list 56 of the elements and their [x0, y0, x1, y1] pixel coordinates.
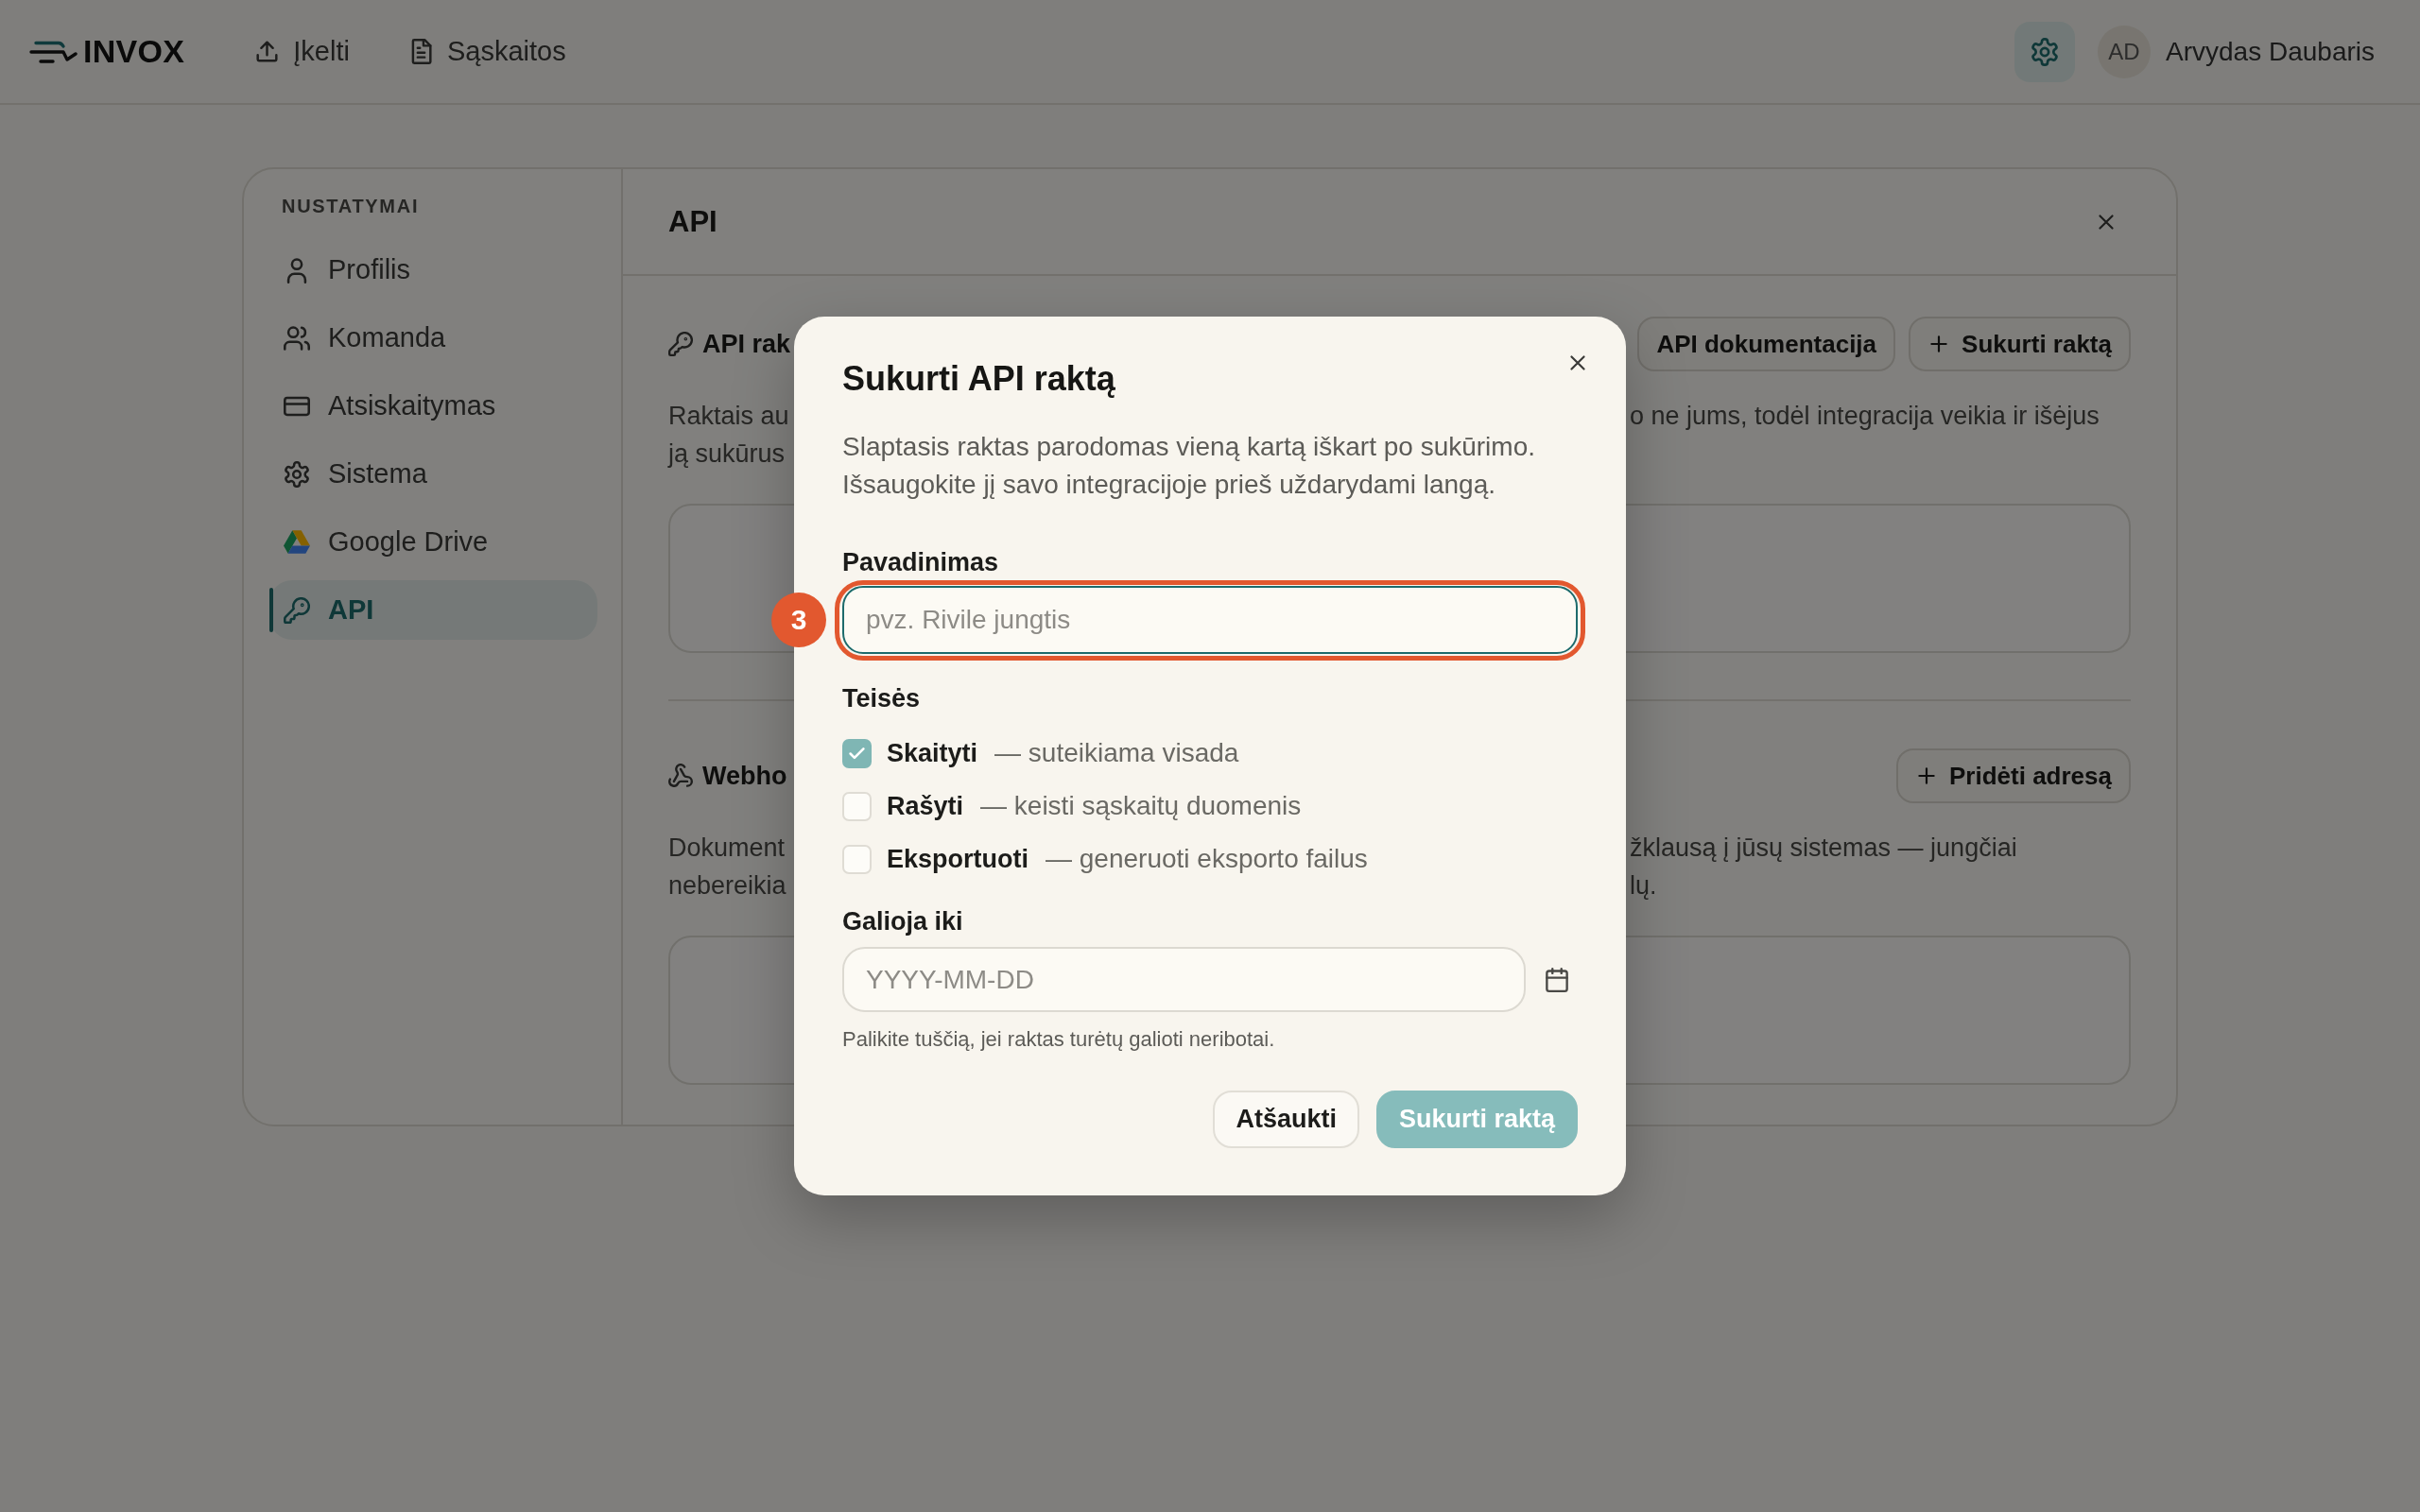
gear-icon: [284, 460, 310, 488]
field-label: Pavadinimas: [842, 547, 1000, 578]
description-text: ją sukūrus: [668, 438, 786, 470]
action-button[interactable]: API dokumentacija: [1637, 317, 1896, 371]
sidebar-item[interactable]: Komanda: [269, 308, 597, 368]
cancel-button[interactable]: Atšaukti: [1213, 1091, 1359, 1148]
key-icon: [284, 596, 310, 624]
step-badge: 3: [771, 593, 826, 647]
option-label: Eksportuoti: [887, 844, 1028, 874]
plus-icon: [1915, 765, 1938, 787]
sidebar-item[interactable]: Sistema: [269, 444, 597, 504]
nav-link[interactable]: Įkelti: [254, 36, 350, 67]
field-hint: Palikite tuščią, jei raktas turėtų galioti neribotai.: [842, 1026, 1276, 1053]
sidebar-item[interactable]: Google Drive: [269, 512, 597, 572]
logo-icon: [29, 39, 78, 64]
sidebar-item[interactable]: Profilis: [269, 240, 597, 300]
description-text: o ne jums, todėl integracija veikia ir išėjus: [1630, 401, 2100, 432]
sidebar-item[interactable]: Atsiskaitymas: [269, 376, 597, 436]
field-label: Galioja iki: [842, 906, 964, 937]
webhook-icon: [668, 764, 693, 788]
date-input[interactable]: YYYY-MM-DD: [842, 947, 1526, 1012]
option-note: — suteikiama visada: [994, 738, 1239, 768]
gear-icon: [2031, 37, 2059, 66]
people-icon: [284, 324, 310, 352]
user-name: Arvydas Daubaris: [2166, 36, 2375, 67]
nav-link[interactable]: Sąskaitos: [407, 36, 566, 67]
checkbox[interactable]: [842, 791, 872, 821]
section-title: Webho: [702, 761, 787, 791]
option-note: — generuoti eksporto failus: [1046, 844, 1368, 874]
panel-title: API: [668, 204, 717, 239]
option-label: Rašyti: [887, 791, 964, 821]
description-text: nebereikia: [668, 870, 786, 902]
action-button[interactable]: Pridėti adresą: [1896, 748, 2131, 803]
upload-icon: [254, 39, 281, 64]
description-text: Dokument: [668, 833, 786, 864]
key-icon: [668, 332, 693, 356]
description-text: žklausą į jūsų sistemas — jungčiai: [1630, 833, 2017, 864]
settings-button[interactable]: [2014, 21, 2075, 82]
user-avatar[interactable]: AD: [2098, 25, 2151, 78]
checkbox[interactable]: [842, 738, 872, 768]
name-input[interactable]: pvz. Rivile jungtis: [842, 586, 1578, 654]
checkbox[interactable]: [842, 844, 872, 874]
description-text: Raktais au: [668, 401, 789, 432]
option-note: — keisti sąskaitų duomenis: [980, 791, 1302, 821]
action-button[interactable]: Sukurti raktą: [1909, 317, 2131, 371]
dialog-description: Slaptasis raktas parodomas vieną kartą iškart po sukūrimo. Išsaugokite jį savo integracijoje prieš uždarydami langą.: [842, 431, 1536, 501]
calendar-icon: [1545, 967, 1569, 992]
sidebar-heading: NUSTATYMAI: [281, 195, 421, 218]
triangle-logo-icon: [284, 530, 310, 554]
sidebar-item[interactable]: API: [269, 580, 597, 640]
option-label: Skaityti: [887, 738, 978, 768]
logo-text: INVOX: [83, 33, 185, 70]
dialog-title: Sukurti API raktą: [842, 358, 1116, 400]
field-label: Teisės: [842, 683, 922, 714]
section-title: API rak: [702, 329, 791, 359]
description-text: lų.: [1630, 870, 1657, 902]
